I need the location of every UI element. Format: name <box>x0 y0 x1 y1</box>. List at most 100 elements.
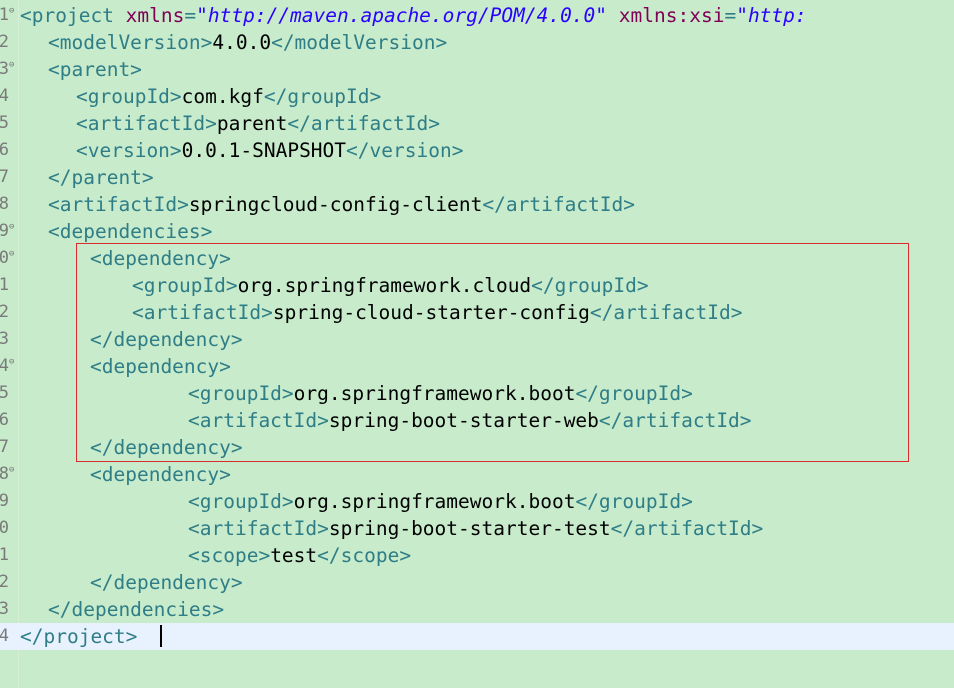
code-text: </parent> <box>48 164 154 191</box>
code-line[interactable]: 8 <artifactId>springcloud-config-client</… <box>0 191 954 218</box>
dependency-highlight-box <box>76 243 909 462</box>
token-tag: </artifactId> <box>482 193 636 216</box>
code-line[interactable]: 19 <groupId>org.springframework.boot</gro… <box>0 488 954 515</box>
code-text: <artifactId>spring-boot-starter-test</ar… <box>188 515 763 542</box>
token-tag: <modelVersion> <box>48 31 213 54</box>
token-tag: <project <box>20 4 126 27</box>
token-tag: </groupId> <box>263 85 382 108</box>
token-text: com.kgf <box>181 85 264 108</box>
code-text: <parent> <box>48 56 142 83</box>
token-tag: </version> <box>346 139 464 162</box>
token-attribute: xmlns:xsi <box>618 4 725 27</box>
token-text: org.springframework.boot <box>293 490 576 513</box>
line-number: 18 <box>0 464 9 484</box>
token-tag: <groupId> <box>188 490 294 513</box>
code-line[interactable]: 9 ⊖ <dependencies> <box>0 218 954 245</box>
line-number: 14 <box>0 356 9 376</box>
code-text: <artifactId>parent</artifactId> <box>76 110 440 137</box>
code-text: <groupId>com.kgf</groupId> <box>76 83 381 110</box>
token-text: 0.0.1-SNAPSHOT <box>181 139 347 162</box>
code-line[interactable]: 3 ⊖ <parent> <box>0 56 954 83</box>
code-text: </project> <box>20 623 137 650</box>
text-cursor <box>160 625 162 647</box>
line-number: 16 <box>0 410 9 430</box>
code-text: <version>0.0.1-SNAPSHOT</version> <box>76 137 463 164</box>
line-number: 15 <box>0 383 9 403</box>
line-number: 5 <box>0 113 9 133</box>
token-tag: </parent> <box>48 166 154 189</box>
token-tag: </groupId> <box>575 490 693 513</box>
token-text: 4.0.0 <box>212 31 272 54</box>
fold-collapse-icon[interactable]: ⊖ <box>9 218 18 236</box>
line-number: 9 <box>0 221 9 241</box>
line-number: 13 <box>0 329 9 349</box>
code-text: <dependencies> <box>48 218 212 245</box>
line-number: 20 <box>0 518 9 538</box>
code-line[interactable]: 1 ⊖ <project xmlns="http://maven.apache.or… <box>0 2 954 29</box>
token-text: spring-boot-starter-test <box>328 517 611 540</box>
token-tag: = <box>184 4 197 27</box>
token-tag: </dependencies> <box>48 598 225 621</box>
token-tag: <artifactId> <box>76 112 217 135</box>
code-line[interactable]: 5 <artifactId>parent</artifactId> <box>0 110 954 137</box>
token-tag: <scope> <box>188 544 271 567</box>
code-line-current[interactable]: 24 </project> <box>0 623 954 650</box>
code-text: <project xmlns="http://maven.apache.org/… <box>20 2 807 29</box>
fold-collapse-icon[interactable]: ⊖ <box>9 2 18 20</box>
code-line[interactable]: 4 <groupId>com.kgf</groupId> <box>0 83 954 110</box>
fold-collapse-icon[interactable]: ⊖ <box>9 56 18 74</box>
token-tag <box>607 4 619 27</box>
token-attribute: xmlns <box>125 4 185 27</box>
token-tag: = <box>724 4 737 27</box>
code-line[interactable]: 6 <version>0.0.1-SNAPSHOT</version> <box>0 137 954 164</box>
token-tag: </modelVersion> <box>271 31 448 54</box>
line-number: 21 <box>0 545 9 565</box>
token-tag: </project> <box>20 625 138 648</box>
code-line[interactable]: 20 <artifactId>spring-boot-starter-test</… <box>0 515 954 542</box>
line-number: 11 <box>0 275 9 295</box>
line-number: 10 <box>0 248 9 268</box>
token-tag: </scope> <box>317 544 412 567</box>
line-number: 4 <box>0 86 9 106</box>
code-text: <modelVersion>4.0.0</modelVersion> <box>48 29 447 56</box>
line-number: 19 <box>0 491 9 511</box>
fold-collapse-icon[interactable]: ⊖ <box>9 461 18 479</box>
line-number: 7 <box>0 167 9 187</box>
line-number: 12 <box>0 302 9 322</box>
code-text: <groupId>org.springframework.boot</group… <box>188 488 693 515</box>
line-number: 23 <box>0 599 9 619</box>
token-text: test <box>270 544 318 567</box>
line-number: 2 <box>0 32 9 52</box>
xml-code-editor[interactable]: 1 ⊖ <project xmlns="http://maven.apache.or… <box>0 0 954 688</box>
line-number: 8 <box>0 194 9 214</box>
token-tag: <artifactId> <box>48 193 189 216</box>
fold-collapse-icon[interactable]: ⊖ <box>9 245 18 263</box>
token-value: "http://maven.apache.org/POM/4.0.0" <box>196 4 608 27</box>
line-number: 6 <box>0 140 9 160</box>
token-tag: <dependency> <box>90 463 231 486</box>
token-tag: <version> <box>76 139 182 162</box>
code-line[interactable]: 2 <modelVersion>4.0.0</modelVersion> <box>0 29 954 56</box>
code-text: <dependency> <box>90 461 231 488</box>
code-line[interactable]: 18⊖ <dependency> <box>0 461 954 488</box>
token-tag: </artifactId> <box>287 112 440 135</box>
token-text: parent <box>216 112 288 135</box>
code-line[interactable]: 22 </dependency> <box>0 569 954 596</box>
code-line[interactable]: 7 </parent> <box>0 164 954 191</box>
token-tag: <parent> <box>48 58 142 81</box>
code-line[interactable]: 21 <scope>test</scope> <box>0 542 954 569</box>
token-tag: <artifactId> <box>188 517 329 540</box>
token-text: springcloud-config-client <box>188 193 483 216</box>
line-number: 17 <box>0 437 9 457</box>
line-number: 3 <box>0 59 9 79</box>
token-tag: <groupId> <box>76 85 182 108</box>
token-value: "http: <box>736 4 807 27</box>
fold-collapse-icon[interactable]: ⊖ <box>9 353 18 371</box>
token-tag: </artifactId> <box>610 517 764 540</box>
token-tag: </dependency> <box>90 571 243 594</box>
code-line[interactable]: 23 </dependencies> <box>0 596 954 623</box>
line-number: 24 <box>0 626 9 646</box>
code-text: </dependency> <box>90 569 243 596</box>
line-number: 1 <box>0 5 9 25</box>
line-number: 22 <box>0 572 9 592</box>
